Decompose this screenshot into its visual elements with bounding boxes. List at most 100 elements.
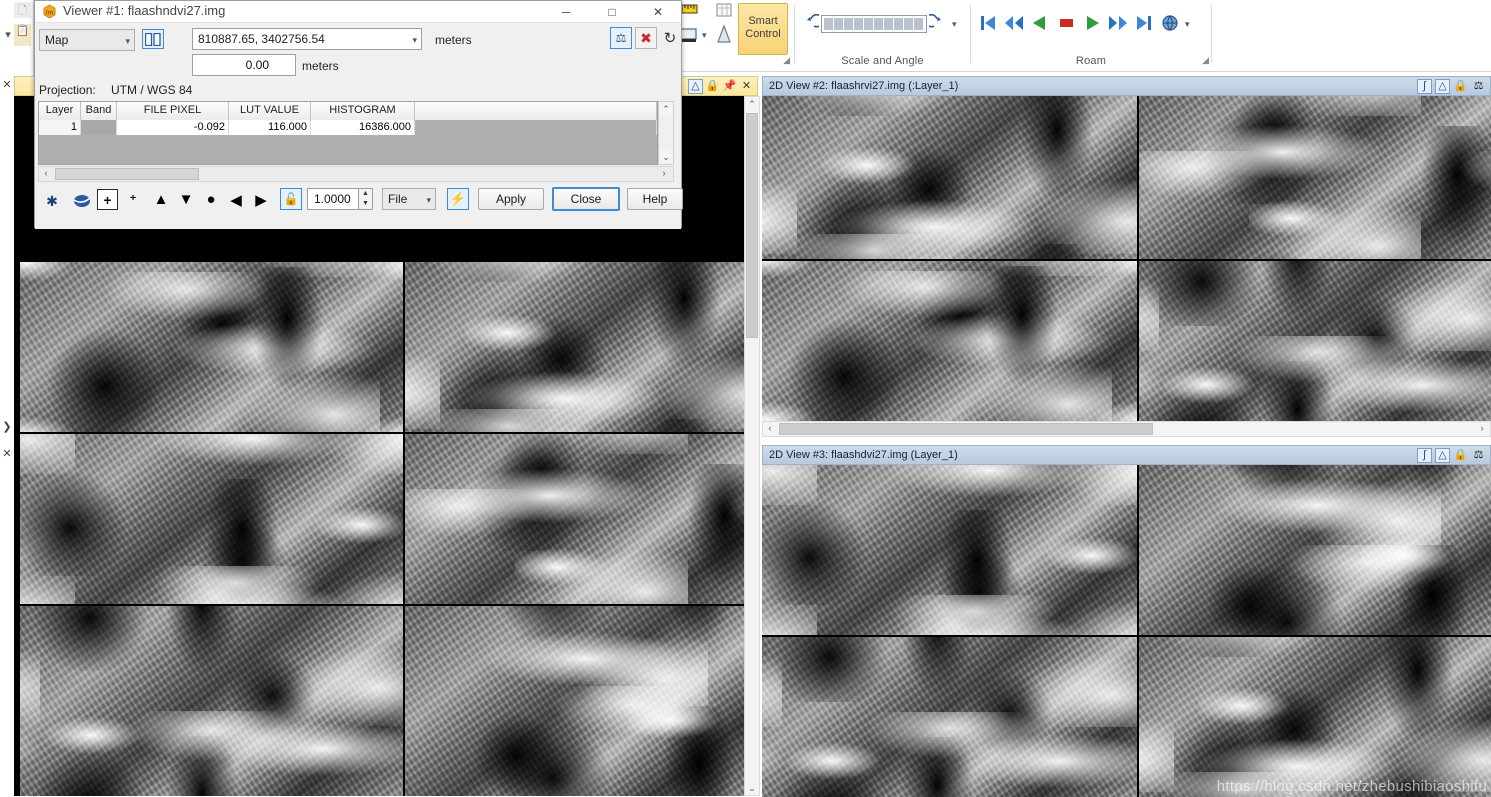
pixel-info-table[interactable]: Layer Band FILE PIXEL LUT VALUE HISTOGRA… xyxy=(38,101,658,165)
globe-tool-button[interactable] xyxy=(70,190,94,212)
move-right-button[interactable]: ▶ xyxy=(250,189,272,210)
file-select[interactable]: File ▾ xyxy=(382,188,436,210)
close-button[interactable]: ✕ xyxy=(635,1,681,23)
spinner-down-icon[interactable]: ▼ xyxy=(359,199,372,209)
view2-scroll-right-icon[interactable]: › xyxy=(1475,421,1489,435)
triangle-icon[interactable]: △ xyxy=(1435,448,1450,463)
scroll-down-arrow-icon[interactable]: ⌄ xyxy=(745,781,759,795)
move-left-button[interactable]: ◀ xyxy=(225,189,247,210)
pin-icon[interactable]: 📌 xyxy=(722,79,737,94)
stop-icon[interactable] xyxy=(1055,12,1077,34)
table-vertical-scrollbar[interactable]: ⌃ ⌄ xyxy=(658,101,674,165)
table-scroll-right-icon[interactable]: › xyxy=(657,166,671,180)
play-icon[interactable] xyxy=(1081,12,1103,34)
left-panel2-close-icon[interactable]: ✕ xyxy=(0,447,14,461)
move-down-button[interactable]: ▼ xyxy=(175,189,197,210)
left-copy-icon[interactable]: 🗋 xyxy=(14,2,31,18)
view2-header[interactable]: 2D View #2: flaashrvi27.img (:Layer_1) ∫… xyxy=(762,76,1491,96)
link-icon[interactable]: ∫ xyxy=(1417,79,1432,94)
scale-slider[interactable] xyxy=(821,15,927,33)
rotate-ccw-icon[interactable] xyxy=(799,14,819,34)
skip-last-icon[interactable] xyxy=(1133,12,1155,34)
chevron-down-icon[interactable]: ▾ xyxy=(702,30,707,41)
viewer1-scroll-thumb[interactable] xyxy=(746,113,758,338)
minimize-button[interactable]: ─ xyxy=(543,1,589,23)
left-expand-arrow-icon[interactable]: ❯ xyxy=(0,420,14,436)
table-scroll-left-icon[interactable]: ‹ xyxy=(39,166,53,180)
column-header-histogram[interactable]: HISTOGRAM xyxy=(311,102,415,120)
play-reverse-icon[interactable] xyxy=(1029,12,1051,34)
lock-icon[interactable]: 🔒 xyxy=(1453,79,1468,94)
apply-button[interactable]: Apply xyxy=(478,188,544,210)
triangle-icon[interactable]: △ xyxy=(1435,79,1450,94)
view3-header[interactable]: 2D View #3: flaashdvi27.img (Layer_1) ∫ … xyxy=(762,445,1491,465)
circle-tool-button[interactable]: ● xyxy=(200,189,222,210)
table-scroll-down-icon[interactable]: ⌄ xyxy=(659,150,673,164)
z-value-field[interactable]: 0.00 xyxy=(192,54,296,76)
unlock-toggle-button[interactable]: 🔓 xyxy=(280,188,302,210)
scale-angle-dropdown-icon[interactable]: ▾ xyxy=(952,19,957,30)
add-box-tool-button[interactable]: + xyxy=(97,189,118,210)
lightning-button[interactable]: ⚡ xyxy=(447,188,469,210)
pin-inquire-button[interactable]: ⚖ xyxy=(610,27,632,49)
dual-pane-toggle-button[interactable] xyxy=(142,29,164,49)
link-icon[interactable]: ∫ xyxy=(1417,448,1432,463)
smart-control-button[interactable]: Smart Control xyxy=(738,3,788,55)
column-header-file-pixel[interactable]: FILE PIXEL xyxy=(117,102,229,120)
column-header-lut-value[interactable]: LUT VALUE xyxy=(229,102,311,120)
scale-spinner-buttons[interactable]: ▲ ▼ xyxy=(359,188,373,210)
spinner-up-icon[interactable]: ▲ xyxy=(359,189,372,199)
cone-icon[interactable] xyxy=(714,24,734,46)
help-button[interactable]: Help xyxy=(627,188,683,210)
table-icon[interactable] xyxy=(714,2,734,20)
view2-horizontal-scrollbar[interactable]: ‹ › xyxy=(762,421,1491,437)
asterisk-tool-button[interactable]: ✱ xyxy=(40,190,64,212)
add-multi-tool-button[interactable]: ⁺ xyxy=(122,189,144,210)
view2-image-canvas[interactable] xyxy=(762,96,1491,421)
skip-first-icon[interactable] xyxy=(977,12,999,34)
left-dropdown-icon[interactable]: ▾ xyxy=(2,28,14,41)
view3-image-canvas[interactable]: https://blog.csdn.net/zhebushibiaoshifu xyxy=(762,465,1491,797)
inquire-cursor-dialog[interactable]: Im Viewer #1: flaashndvi27.img ─ □ ✕ Map… xyxy=(34,0,683,229)
refresh-button[interactable]: ↻ xyxy=(659,27,681,49)
left-paste-icon[interactable]: 📋 xyxy=(14,24,31,46)
close-icon[interactable]: ✕ xyxy=(739,79,754,94)
coordinate-value-field[interactable]: 810887.65, 3402756.54 ▾ xyxy=(192,28,422,50)
triangle-icon[interactable]: △ xyxy=(688,79,703,94)
chevron-down-icon[interactable]: ▾ xyxy=(412,29,417,51)
table-scroll-up-icon[interactable]: ⌃ xyxy=(659,102,673,116)
dialog-title: Viewer #1: flaashndvi27.img xyxy=(63,3,226,18)
lock-icon[interactable]: 🔒 xyxy=(1453,448,1468,463)
scroll-up-arrow-icon[interactable]: ⌃ xyxy=(745,97,759,111)
ruler-icon[interactable] xyxy=(680,2,700,22)
step-back-icon[interactable] xyxy=(1003,12,1025,34)
dialog-title-bar[interactable]: Im Viewer #1: flaashndvi27.img ─ □ ✕ xyxy=(35,1,681,23)
view2-scroll-left-icon[interactable]: ‹ xyxy=(763,421,777,435)
table-row[interactable]: 1 -0.092 116.000 16386.000 xyxy=(39,120,657,135)
left-panel-close-icon[interactable]: ✕ xyxy=(0,78,14,92)
view2-scroll-thumb[interactable] xyxy=(779,423,1153,435)
table-horizontal-scrollbar[interactable]: ‹ › xyxy=(38,166,674,182)
column-header-blank[interactable] xyxy=(415,102,657,120)
close-dialog-button[interactable]: Close xyxy=(552,187,620,211)
roam-group-launcher-icon[interactable]: ◢ xyxy=(1202,55,1209,66)
move-up-button[interactable]: ▲ xyxy=(150,189,172,210)
globe-roam-icon[interactable] xyxy=(1159,12,1181,34)
display-group-launcher-icon[interactable]: ◢ xyxy=(783,55,790,66)
coord-type-select[interactable]: Map ▾ xyxy=(39,29,135,51)
pin-icon[interactable]: ⚖ xyxy=(1471,79,1486,94)
step-forward-icon[interactable] xyxy=(1107,12,1129,34)
pin-icon[interactable]: ⚖ xyxy=(1471,448,1486,463)
table-scroll-thumb[interactable] xyxy=(55,168,199,180)
lock-icon[interactable]: 🔒 xyxy=(705,79,720,94)
projection-label: Projection: xyxy=(39,83,96,97)
roam-dropdown-icon[interactable]: ▾ xyxy=(1185,19,1190,30)
column-header-layer[interactable]: Layer xyxy=(39,102,81,120)
viewer1-vertical-scrollbar[interactable]: ⌃ ⌄ xyxy=(744,96,760,796)
scale-spinner-field[interactable]: 1.0000 xyxy=(307,188,359,210)
column-header-band[interactable]: Band xyxy=(81,102,117,120)
delete-inquire-button[interactable]: ✖ xyxy=(635,27,657,49)
view3-panel: 2D View #3: flaashdvi27.img (Layer_1) ∫ … xyxy=(762,445,1491,797)
maximize-button[interactable]: □ xyxy=(589,1,635,23)
rotate-cw-icon[interactable] xyxy=(929,14,949,34)
